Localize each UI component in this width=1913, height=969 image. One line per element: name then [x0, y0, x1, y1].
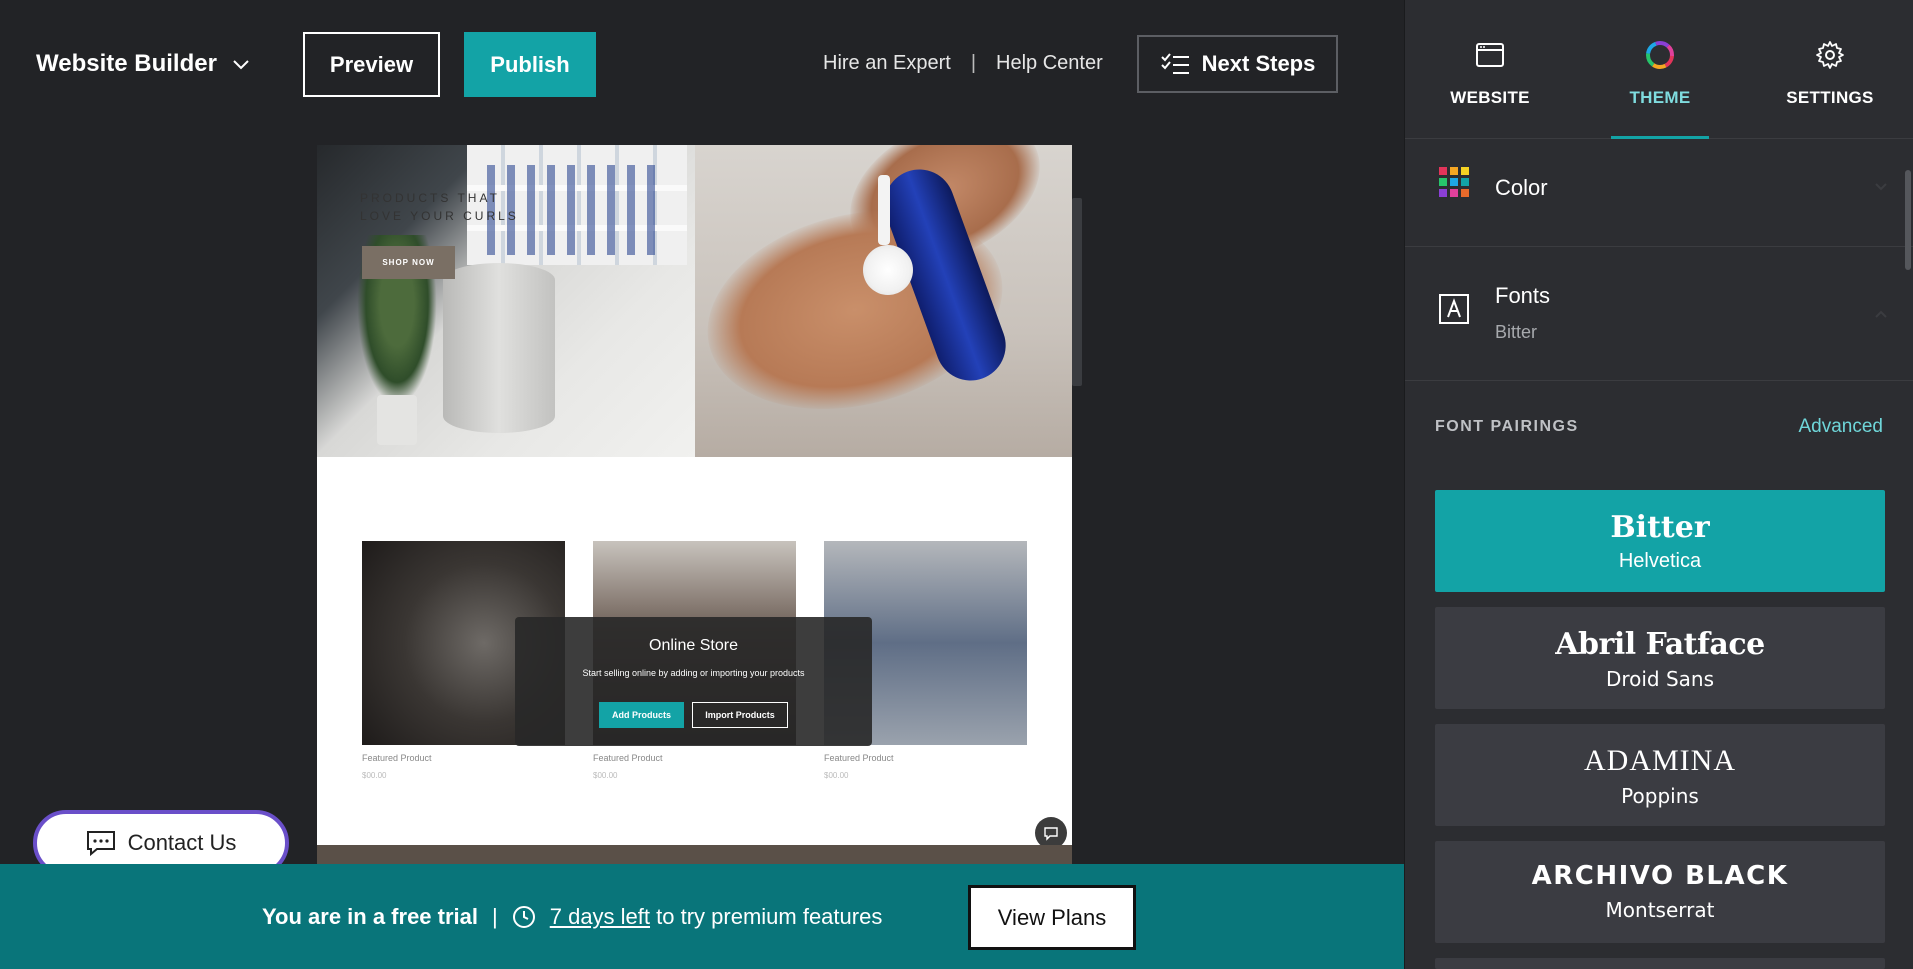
color-section[interactable]: Color: [1405, 140, 1913, 247]
online-store-title: Online Store: [649, 637, 738, 654]
font-pairing-option[interactable]: [1435, 958, 1885, 969]
chevron-down-icon: [1875, 183, 1887, 191]
clock-icon: [512, 906, 535, 928]
pairing-body-font: Helvetica: [1618, 550, 1702, 572]
next-steps-button[interactable]: Next Steps: [1137, 35, 1338, 93]
pairing-heading-font: ADAMINA: [1584, 744, 1736, 777]
pairing-body-font: Poppins: [1621, 784, 1699, 808]
font-pairing-option[interactable]: ADAMINA Poppins: [1435, 724, 1885, 826]
contact-us-label: Contact Us: [127, 830, 237, 855]
shop-now-button[interactable]: SHOP NOW: [362, 246, 455, 279]
browser-window-icon: [1476, 43, 1504, 67]
pairing-body-font: Montserrat: [1605, 898, 1715, 922]
pairing-heading-font: Abril Fatface: [1555, 627, 1765, 662]
tab-theme-label: THEME: [1629, 88, 1691, 107]
import-products-button[interactable]: Import Products: [692, 702, 788, 728]
theme-panel: WEBSITE THEME SETTINGS Color Fonts Bitte…: [1404, 0, 1913, 969]
online-store-description: Start selling online by adding or import…: [582, 668, 805, 678]
product-label: Featured Product: [824, 753, 894, 763]
pairing-body-font: Droid Sans: [1605, 667, 1715, 691]
site-preview[interactable]: PRODUCTS THAT LOVE YOUR CURLS SHOP NOW F…: [317, 145, 1072, 865]
font-pairing-option[interactable]: Abril Fatface Droid Sans: [1435, 607, 1885, 709]
font-pairing-option[interactable]: Bitter Helvetica: [1435, 490, 1885, 592]
font-pairing-option[interactable]: ARCHIVO BLACK Montserrat: [1435, 841, 1885, 943]
link-separator: |: [970, 52, 977, 74]
days-left-link[interactable]: 7 days left: [550, 904, 650, 929]
hero-hands-image: [686, 145, 1072, 457]
pairing-heading-font: Bitter: [1610, 510, 1710, 545]
hero-heading: PRODUCTS THAT LOVE YOUR CURLS: [360, 191, 519, 223]
top-links: Hire an Expert | Help Center: [823, 52, 1103, 75]
website-builder-menu[interactable]: Website Builder: [36, 50, 251, 78]
active-tab-indicator: [1611, 136, 1709, 139]
chevron-down-icon: [233, 60, 249, 70]
tab-settings[interactable]: SETTINGS: [1745, 0, 1913, 139]
brand-label: Website Builder: [36, 50, 217, 77]
panel-tabs: WEBSITE THEME SETTINGS: [1405, 0, 1913, 139]
hero-salon-image: PRODUCTS THAT LOVE YOUR CURLS SHOP NOW: [317, 145, 695, 457]
gear-icon: [1816, 41, 1844, 69]
view-plans-button[interactable]: View Plans: [968, 885, 1136, 950]
next-steps-label: Next Steps: [1201, 51, 1316, 76]
trial-message: You are in a free trial | 7 days left to…: [262, 904, 882, 930]
fonts-section[interactable]: Fonts Bitter: [1405, 247, 1913, 381]
product-price: $00.00: [824, 771, 849, 780]
top-bar: Website Builder Preview Publish Hire an …: [0, 0, 1404, 131]
trial-status: You are in a free trial: [262, 904, 479, 929]
chevron-up-icon: [1875, 310, 1887, 318]
color-grid-icon: [1439, 167, 1469, 197]
font-icon: [1439, 294, 1469, 324]
color-wheel-icon: [1646, 41, 1674, 69]
product-price: $00.00: [593, 771, 618, 780]
tab-theme[interactable]: THEME: [1575, 0, 1745, 139]
online-store-overlay: Online Store Start selling online by add…: [515, 617, 872, 746]
preview-button[interactable]: Preview: [303, 32, 440, 97]
product-label: Featured Product: [593, 753, 663, 763]
font-pairings-header: FONT PAIRINGS: [1435, 418, 1579, 435]
trial-suffix: to try premium features: [656, 904, 883, 929]
advanced-link[interactable]: Advanced: [1798, 416, 1883, 438]
product-price: $00.00: [362, 771, 387, 780]
checklist-icon: [1160, 53, 1189, 74]
panel-scrollbar[interactable]: [1905, 170, 1911, 270]
help-center-link[interactable]: Help Center: [996, 52, 1103, 75]
pairing-heading-font: ARCHIVO BLACK: [1531, 861, 1789, 891]
publish-button[interactable]: Publish: [464, 32, 596, 97]
message-icon: [86, 831, 115, 856]
preview-footer-strip: [317, 845, 1072, 865]
fonts-section-current: Bitter: [1495, 322, 1538, 342]
color-section-title: Color: [1495, 175, 1548, 200]
product-label: Featured Product: [362, 753, 432, 763]
hire-expert-link[interactable]: Hire an Expert: [823, 52, 951, 75]
add-products-button[interactable]: Add Products: [599, 702, 684, 728]
trial-separator: |: [492, 904, 498, 929]
preview-scrollbar[interactable]: [1072, 198, 1082, 386]
tab-website[interactable]: WEBSITE: [1405, 0, 1575, 139]
tab-website-label: WEBSITE: [1450, 88, 1530, 107]
tab-settings-label: SETTINGS: [1786, 88, 1874, 107]
fonts-section-title: Fonts: [1495, 283, 1551, 308]
